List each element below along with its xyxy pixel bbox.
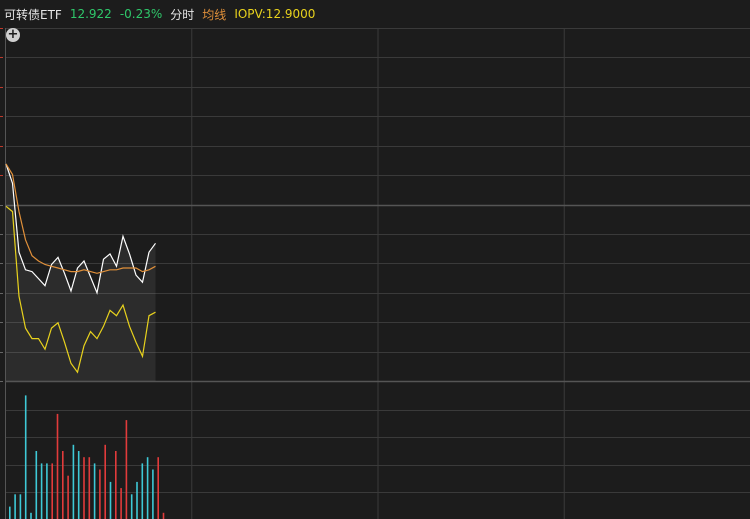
plus-circle-icon[interactable]: + bbox=[6, 28, 20, 42]
volume-bars bbox=[9, 395, 165, 519]
volume-bar bbox=[46, 463, 48, 519]
volume-bar bbox=[24, 395, 27, 519]
volume-bar bbox=[109, 481, 112, 519]
avg-series-line bbox=[5, 163, 156, 274]
volume-bar bbox=[72, 444, 75, 519]
volume-bar bbox=[88, 457, 91, 519]
volume-bar bbox=[62, 451, 64, 519]
volume-bar bbox=[120, 488, 122, 519]
volume-bar bbox=[115, 451, 117, 519]
volume-bar bbox=[77, 451, 80, 519]
volume-bar bbox=[9, 506, 11, 519]
volume-bar bbox=[162, 512, 165, 519]
volume-bar bbox=[104, 444, 106, 519]
volume-bar bbox=[146, 457, 149, 519]
volume-bar bbox=[152, 469, 154, 519]
volume-bar bbox=[51, 463, 53, 519]
volume-bar bbox=[30, 512, 32, 519]
volume-bar bbox=[136, 481, 138, 519]
volume-bar bbox=[67, 475, 69, 519]
intraday-chart bbox=[0, 28, 750, 519]
volume-bar bbox=[130, 494, 133, 519]
volume-bar bbox=[83, 457, 85, 519]
volume-bar bbox=[19, 494, 22, 519]
axis-ticks bbox=[0, 28, 3, 382]
volume-bar bbox=[40, 463, 43, 519]
volume-bar bbox=[99, 469, 101, 519]
volume-bar bbox=[56, 413, 59, 519]
price-area bbox=[6, 163, 156, 381]
volume-bar bbox=[125, 420, 128, 519]
volume-bar bbox=[93, 463, 96, 519]
volume-bar bbox=[157, 457, 159, 519]
volume-bar bbox=[14, 494, 16, 519]
volume-bar bbox=[141, 463, 144, 519]
price-area-fill bbox=[6, 163, 156, 381]
volume-bar bbox=[35, 451, 38, 519]
